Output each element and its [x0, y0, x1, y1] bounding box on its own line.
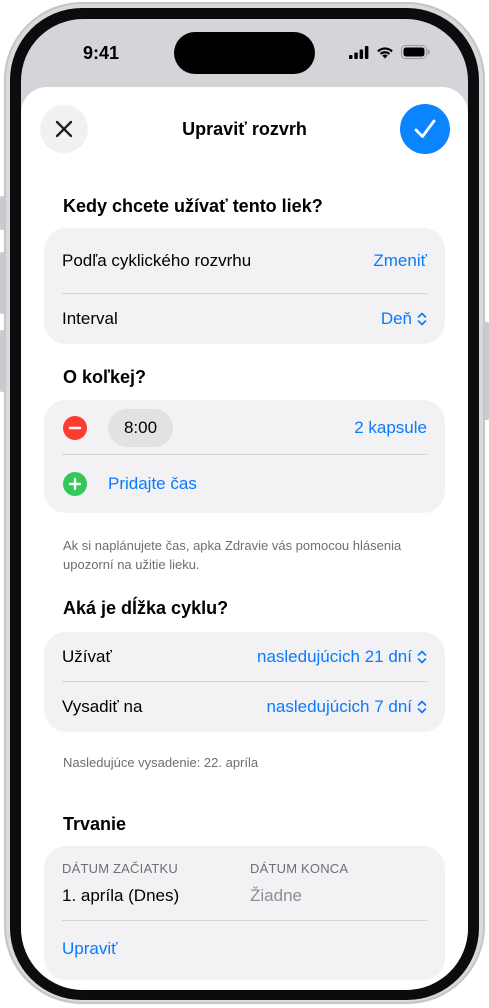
add-time-row[interactable]: Pridajte čas — [44, 456, 445, 512]
plus-icon — [68, 477, 82, 491]
interval-picker[interactable]: Deň — [381, 309, 427, 329]
take-label: Užívať — [62, 647, 112, 666]
interval-row[interactable]: Interval Deň — [44, 294, 445, 344]
done-button[interactable] — [400, 104, 450, 154]
end-date-caption: DÁTUM KONCA — [250, 861, 349, 876]
chevron-up-down-icon — [417, 700, 427, 714]
start-date-caption: DÁTUM ZAČIATKU — [62, 861, 178, 876]
end-date-value: Žiadne — [250, 886, 302, 905]
volume-down-button — [0, 330, 5, 392]
take-picker[interactable]: nasledujúcich 21 dní — [257, 647, 427, 667]
pause-label: Vysadiť na — [62, 697, 143, 716]
schedule-type-label: Podľa cyklického rozvrhu — [62, 251, 252, 270]
pause-picker[interactable]: nasledujúcich 7 dní — [266, 697, 427, 717]
add-time-icon — [63, 472, 87, 496]
change-schedule-button[interactable]: Zmeniť — [373, 251, 427, 271]
schedule-type-row[interactable]: Podľa cyklického rozvrhu Zmeniť — [44, 236, 445, 286]
minus-icon — [68, 426, 82, 430]
time-entry-row: 8:00 2 kapsule — [44, 400, 445, 456]
battery-icon — [401, 45, 430, 59]
dose-button[interactable]: 2 kapsule — [354, 418, 427, 438]
status-icons — [349, 45, 430, 59]
screen: 9:41 Upraviť rozvrh Kedy chcete užívať t… — [21, 19, 468, 990]
edit-schedule-sheet: Upraviť rozvrh Kedy chcete užívať tento … — [21, 87, 468, 990]
interval-value: Deň — [380, 309, 412, 328]
divider — [62, 454, 427, 455]
pause-row[interactable]: Vysadiť na nasledujúcich 7 dní — [44, 682, 445, 732]
times-question: O koľkej? — [63, 367, 146, 387]
add-time-label: Pridajte čas — [108, 474, 197, 493]
status-bar: 9:41 — [21, 19, 468, 89]
start-date-value: 1. apríla (Dnes) — [62, 886, 180, 905]
action-button — [0, 196, 5, 230]
take-row[interactable]: Užívať nasledujúcich 21 dní — [44, 632, 445, 682]
divider — [62, 920, 427, 921]
pause-value: nasledujúcich 7 dní — [266, 697, 412, 716]
status-time: 9:41 — [83, 43, 120, 63]
chevron-up-down-icon — [417, 312, 427, 326]
volume-up-button — [0, 252, 5, 314]
dynamic-island — [174, 32, 315, 74]
schedule-question: Kedy chcete užívať tento liek? — [63, 196, 323, 216]
take-value: nasledujúcich 21 dní — [256, 647, 412, 666]
remove-time-button[interactable] — [63, 416, 87, 440]
times-group: 8:00 2 kapsule Pridajte čas — [44, 400, 445, 513]
side-button — [484, 322, 489, 420]
wifi-icon — [377, 46, 393, 58]
times-footnote: Ak si naplánujete čas, apka Zdravie vás … — [63, 538, 402, 572]
cycle-footnote: Nasledujúce vysadenie: 22. apríla — [63, 755, 259, 770]
time-pill[interactable]: 8:00 — [108, 409, 173, 447]
schedule-group: Podľa cyklického rozvrhu Zmeniť Interval… — [44, 228, 445, 344]
duration-group: DÁTUM ZAČIATKU 1. apríla (Dnes) DÁTUM KO… — [44, 846, 445, 980]
cycle-group: Užívať nasledujúcich 21 dní Vysadiť na n… — [44, 632, 445, 732]
chevron-up-down-icon — [417, 650, 427, 664]
edit-duration-button[interactable]: Upraviť — [62, 939, 118, 959]
checkmark-icon — [414, 119, 436, 138]
duration-title: Trvanie — [63, 814, 127, 834]
interval-label: Interval — [62, 309, 118, 328]
signal-icon — [349, 45, 369, 59]
cycle-question: Aká je dĺžka cyklu? — [63, 598, 229, 618]
